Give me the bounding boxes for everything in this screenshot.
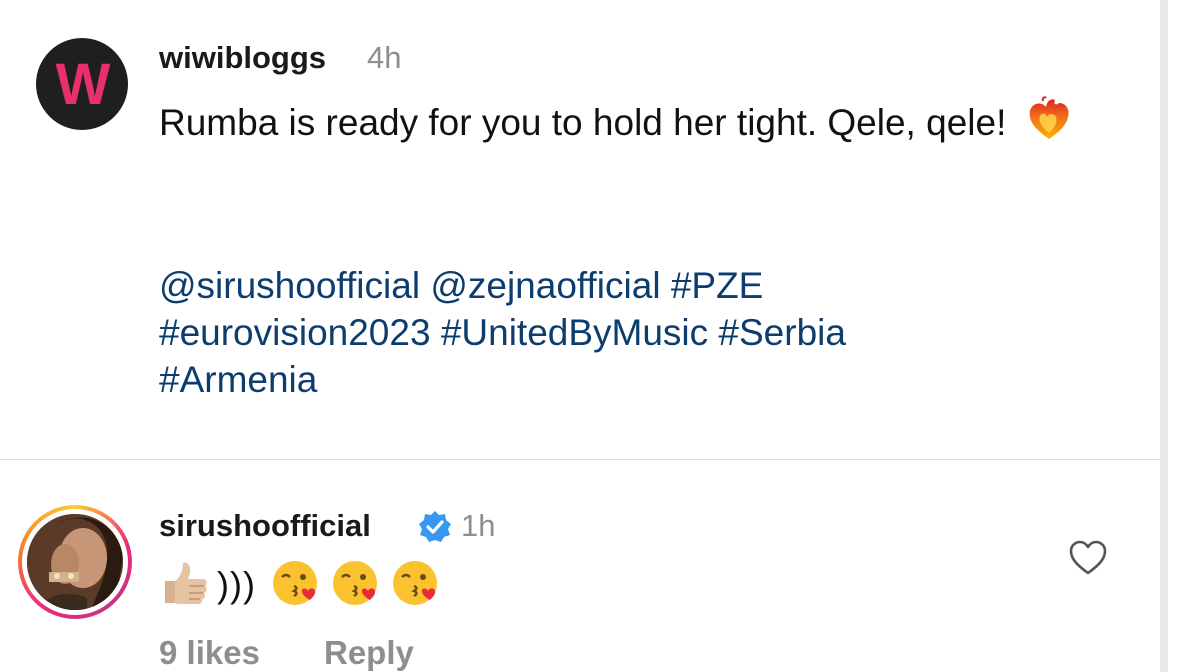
- caption-tags: @sirushoofficial @zejnaofficial #PZE #eu…: [159, 262, 1059, 403]
- heart-on-fire-emoji: [1025, 95, 1073, 155]
- reply-button[interactable]: Reply: [324, 634, 414, 672]
- scrollbar[interactable]: [1160, 0, 1168, 672]
- tags-line-3[interactable]: #Armenia: [159, 356, 1059, 403]
- avatar-photo: [27, 514, 123, 610]
- thumbs-up-emoji: [159, 557, 211, 614]
- tags-line-1[interactable]: @sirushoofficial @zejnaofficial #PZE: [159, 262, 1059, 309]
- divider: [0, 459, 1160, 460]
- avatar-letter: W: [55, 52, 111, 117]
- comment-time: 1h: [461, 508, 496, 543]
- likes-count[interactable]: 9 likes: [159, 634, 260, 672]
- avatar[interactable]: W: [36, 38, 128, 130]
- comment-username[interactable]: sirushoofficial: [159, 508, 371, 544]
- face-blowing-kiss-emoji: [330, 558, 380, 613]
- post-username[interactable]: wiwibloggs: [159, 40, 326, 76]
- caption-body: Rumba is ready for you to hold her tight…: [159, 102, 1007, 143]
- face-blowing-kiss-emoji: [270, 558, 320, 613]
- post-time: 4h: [367, 40, 402, 75]
- caption-text: Rumba is ready for you to hold her tight…: [159, 95, 1119, 155]
- comment-parens: ))): [217, 564, 256, 605]
- comment-text: ))): [159, 560, 440, 610]
- tags-line-2[interactable]: #eurovision2023 #UnitedByMusic #Serbia: [159, 309, 1059, 356]
- post-caption: W wiwibloggs 4h Rumba is ready for you t…: [0, 0, 1160, 460]
- face-blowing-kiss-emoji: [390, 558, 440, 613]
- heart-icon[interactable]: [1069, 540, 1107, 581]
- verified-badge-icon: [418, 510, 452, 549]
- comment-avatar[interactable]: [18, 505, 132, 619]
